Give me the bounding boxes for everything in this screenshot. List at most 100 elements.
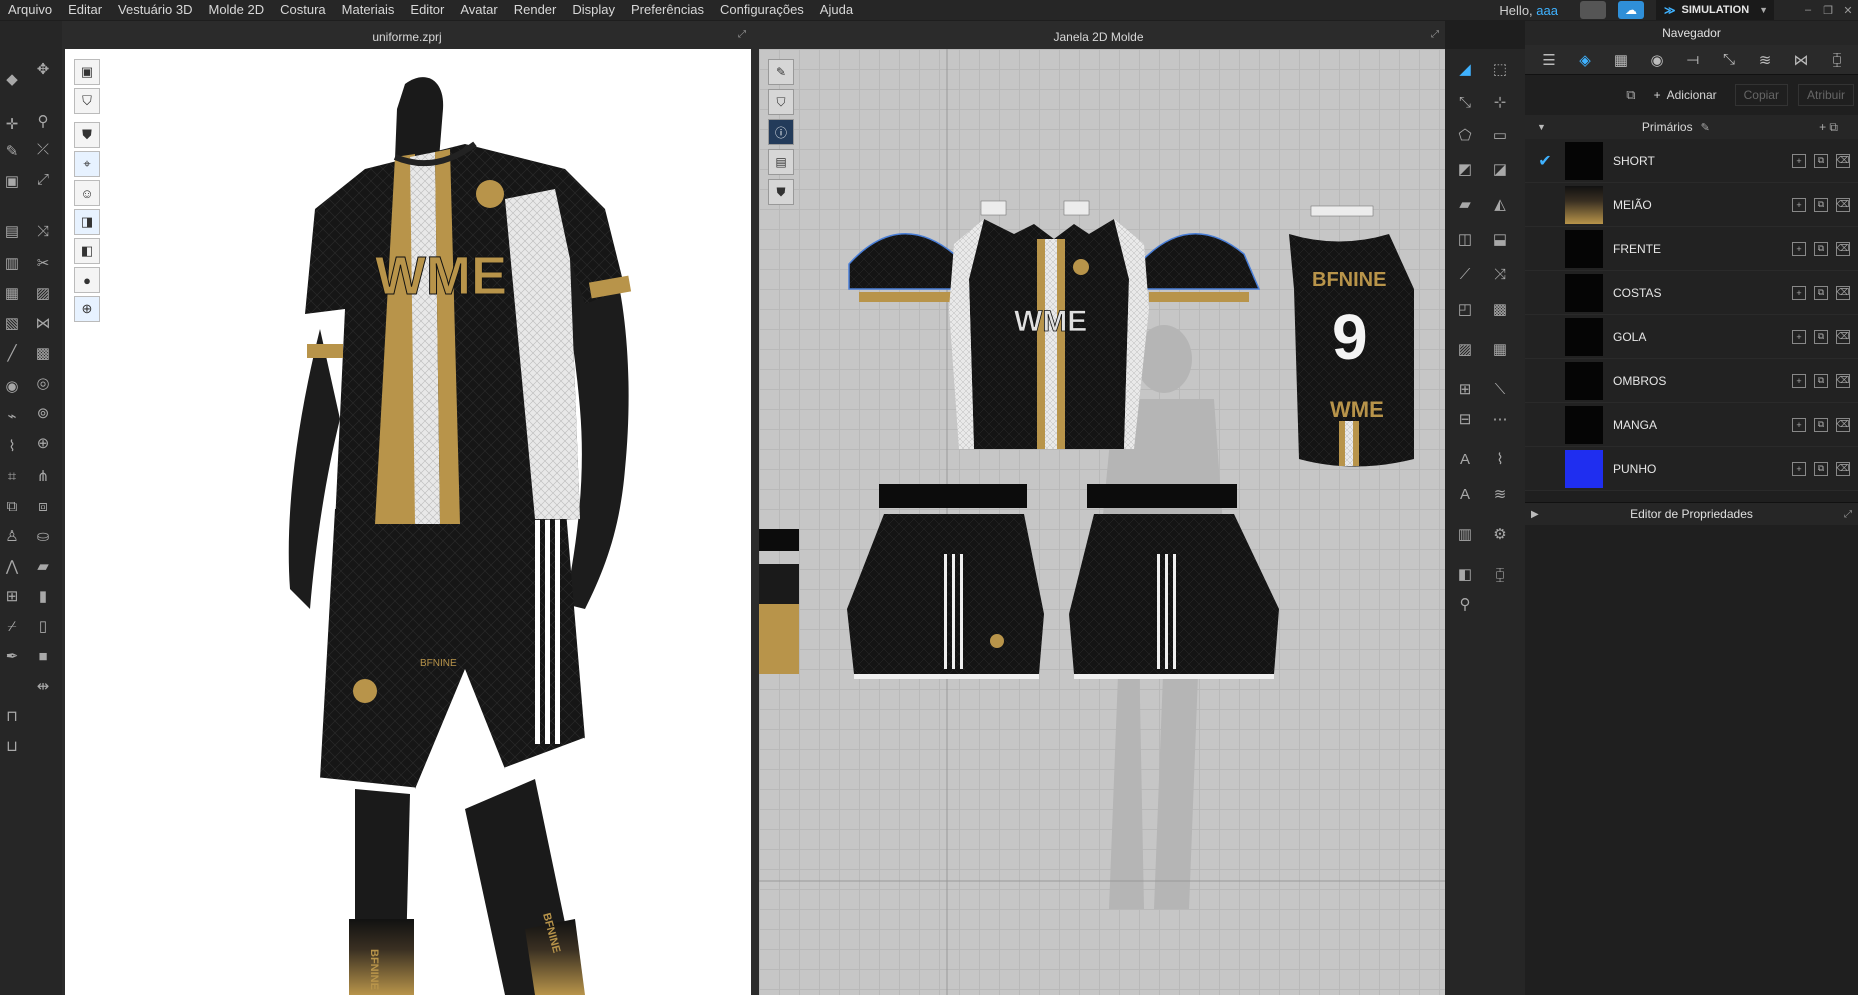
close-button[interactable]: ✕	[1838, 2, 1858, 18]
copy-icon[interactable]: ⧉	[1814, 461, 1828, 476]
show-pattern-icon[interactable]: ✎	[768, 59, 794, 85]
grade-icon[interactable]: ▥	[1455, 524, 1475, 544]
apply-icon[interactable]: +	[1792, 373, 1806, 388]
delete-icon[interactable]: ⌫	[1836, 153, 1850, 168]
select-mesh-icon[interactable]: ◆	[2, 69, 22, 89]
zipper-icon[interactable]: ⋈	[33, 313, 53, 333]
fabric-row-punho[interactable]: PUNHO + ⧉ ⌫	[1525, 447, 1858, 491]
apply-icon[interactable]: +	[1792, 241, 1806, 256]
info-icon[interactable]: ⓘ	[768, 119, 794, 145]
object-browser-icon[interactable]: ⧉	[1626, 87, 1635, 103]
measure-2d-icon[interactable]: ⟍	[1490, 379, 1510, 399]
show-texture-icon[interactable]: ⛉	[768, 89, 794, 115]
restore-button[interactable]: ❐	[1818, 2, 1838, 18]
list-view-icon[interactable]: ☰	[1531, 46, 1567, 74]
grain-icon[interactable]: ⋯	[1490, 409, 1510, 429]
edit-curve-icon[interactable]: ⤡	[1455, 92, 1475, 112]
delete-icon[interactable]: ⌫	[1836, 241, 1850, 256]
offset-icon[interactable]: ⬓	[1490, 229, 1510, 249]
transform-icon[interactable]: ✛	[2, 114, 22, 134]
lock-icon[interactable]: ⊞	[2, 586, 22, 606]
fabric-row-ombros[interactable]: OMBROS + ⧉ ⌫	[1525, 359, 1858, 403]
free-sew-icon[interactable]: ⤨	[1490, 264, 1510, 284]
menu-molde-2d[interactable]: Molde 2D	[200, 0, 272, 20]
topstitch-2d-icon[interactable]: ⌇	[1490, 449, 1510, 469]
copy-icon[interactable]: ⧉	[1814, 153, 1828, 168]
expand-window-icon[interactable]: ⤢	[738, 29, 746, 40]
texture-tab-icon[interactable]: ▦	[1603, 46, 1639, 74]
menu-editar[interactable]: Editar	[60, 0, 110, 20]
show-garment-icon[interactable]: ⛊	[74, 122, 100, 148]
show-pins-icon[interactable]: ⌖	[74, 151, 100, 177]
shoe-icon[interactable]: ⛀	[33, 526, 53, 546]
topstitch-tab-icon[interactable]: ⤡	[1711, 46, 1747, 74]
edit-pattern-icon[interactable]: ⬚	[1490, 59, 1510, 79]
brush-tool-icon[interactable]: ✎	[2, 141, 22, 161]
trace-icon[interactable]: ▰	[1455, 194, 1475, 214]
elastic-icon[interactable]: ⋔	[33, 466, 53, 486]
button-tool-icon[interactable]: ◉	[2, 376, 22, 396]
texture-2d-icon[interactable]: ▨	[1455, 339, 1475, 359]
2d-viewport[interactable]: WME BFNINE 9 WME ✎ ⛉ ⓘ ▤ ⛊	[759, 49, 1446, 995]
puckering-tab-icon[interactable]: ≋	[1747, 46, 1783, 74]
text-tool-icon[interactable]: A	[1455, 449, 1475, 469]
zipper-tab-icon[interactable]: ⧮	[1819, 46, 1855, 74]
menu-preferencias[interactable]: Preferências	[623, 0, 712, 20]
fold-arrange-icon[interactable]: ⊓	[2, 706, 22, 726]
freeze-icon[interactable]: ▮	[33, 586, 53, 606]
copy-button[interactable]: Copiar	[1734, 84, 1788, 106]
measure-icon[interactable]: ⤢	[33, 169, 53, 189]
view-garment-icon[interactable]: ▣	[74, 59, 100, 85]
fabric-row-costas[interactable]: COSTAS + ⧉ ⌫	[1525, 271, 1858, 315]
cloud-sync-icon[interactable]: ☁	[1618, 1, 1644, 19]
menu-vestuario-3d[interactable]: Vestuário 3D	[110, 0, 200, 20]
layer-icon[interactable]: ▰	[33, 556, 53, 576]
copy-icon[interactable]: ⧉	[1814, 373, 1828, 388]
texture-edit-icon[interactable]: ▨	[33, 283, 53, 303]
menu-configuracoes[interactable]: Configurações	[712, 0, 812, 20]
dart-icon[interactable]: ◪	[1490, 159, 1510, 179]
menu-render[interactable]: Render	[506, 0, 565, 20]
shirring-icon[interactable]: ⌗	[2, 466, 22, 486]
fabric-row-gola[interactable]: GOLA + ⧉ ⌫	[1525, 315, 1858, 359]
copy-icon[interactable]: ⧉	[1814, 329, 1828, 344]
tack-icon[interactable]: ◰	[1455, 299, 1475, 319]
delete-icon[interactable]: ⌫	[1836, 373, 1850, 388]
fabric-row-short[interactable]: ✔ SHORT + ⧉ ⌫	[1525, 139, 1858, 183]
collapse-right-icon[interactable]: ▶	[1531, 509, 1539, 520]
pleat-icon[interactable]: ⧉	[2, 496, 22, 516]
expand-window-2d-icon[interactable]: ⤢	[1431, 29, 1439, 40]
minimize-button[interactable]: –	[1798, 2, 1818, 18]
apply-icon[interactable]: +	[1792, 153, 1806, 168]
show-lock-icon[interactable]: ⛊	[768, 179, 794, 205]
user-profile-icon[interactable]	[1580, 1, 1606, 19]
graphic-2d-icon[interactable]: ▦	[1490, 339, 1510, 359]
fabric-row-meiao[interactable]: MEIÃO + ⧉ ⌫	[1525, 183, 1858, 227]
pin-2d-icon[interactable]: ⚲	[1455, 594, 1475, 614]
3d-viewport[interactable]: BFNINE WME BFNINE BFNINE ▣ ⛉ ⛊ ⌖ ☺ ◨ ◧ ●…	[65, 49, 751, 995]
topstitch-icon[interactable]: ⌁	[2, 406, 22, 426]
add-button[interactable]: + Adicionar	[1646, 84, 1725, 106]
button-tab-icon[interactable]: ◉	[1639, 46, 1675, 74]
menu-display[interactable]: Display	[564, 0, 623, 20]
fabric-tab-icon[interactable]: ◈	[1567, 46, 1603, 74]
apply-icon[interactable]: +	[1792, 197, 1806, 212]
delete-icon[interactable]: ⌫	[1836, 197, 1850, 212]
layout-icon[interactable]: ◧	[1455, 564, 1475, 584]
fabric-icon[interactable]: ▦	[2, 283, 22, 303]
menu-materiais[interactable]: Materiais	[334, 0, 403, 20]
check-sewing-icon[interactable]: ▩	[1490, 299, 1510, 319]
apply-icon[interactable]: +	[1792, 285, 1806, 300]
steam-icon[interactable]: ⤨	[33, 221, 53, 241]
add-point-icon[interactable]: ⊹	[1490, 92, 1510, 112]
menu-avatar[interactable]: Avatar	[452, 0, 505, 20]
apply-icon[interactable]: +	[1792, 461, 1806, 476]
show-avatar-icon[interactable]: ☺	[74, 180, 100, 206]
menu-editor[interactable]: Editor	[402, 0, 452, 20]
show-arrangement-icon[interactable]: ◧	[74, 238, 100, 264]
trim-tab-icon[interactable]: ⋈	[1783, 46, 1819, 74]
copy-icon[interactable]: ⧉	[1814, 241, 1828, 256]
menu-arquivo[interactable]: Arquivo	[0, 0, 60, 20]
move-tool-icon[interactable]: ✥	[33, 59, 53, 79]
mannequin-icon[interactable]: ♙	[2, 526, 22, 546]
